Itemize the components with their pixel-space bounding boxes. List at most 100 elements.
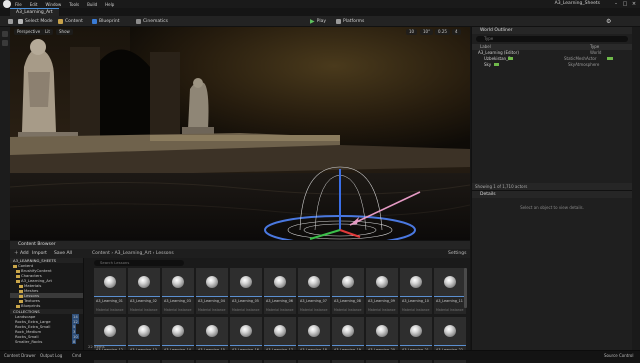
scale-snap-button[interactable]: 0.25 bbox=[435, 29, 450, 35]
asset-search-input[interactable]: Search Lessons bbox=[94, 260, 184, 266]
material-sphere-icon bbox=[206, 276, 218, 288]
add-button[interactable]: ＋ Add bbox=[14, 249, 29, 258]
asset-tile[interactable]: A3_Learning_01 Material Instance bbox=[94, 268, 126, 314]
save-button[interactable] bbox=[8, 18, 15, 25]
menu-edit[interactable]: Edit bbox=[30, 2, 38, 7]
asset-thumbnail bbox=[230, 317, 262, 345]
menu-file[interactable]: File bbox=[15, 2, 22, 7]
asset-type: Material Instance bbox=[130, 308, 158, 312]
breadcrumb-item[interactable]: Content bbox=[92, 251, 110, 256]
asset-name: A3_Learning_10 bbox=[402, 299, 429, 303]
breadcrumb-item[interactable]: Lessons bbox=[156, 251, 174, 256]
asset-tile[interactable]: A3_Learning_07 Material Instance bbox=[298, 268, 330, 314]
output-log-button[interactable]: Output Log bbox=[40, 353, 62, 358]
asset-thumbnail bbox=[196, 268, 228, 296]
material-sphere-icon bbox=[274, 276, 286, 288]
maximize-icon[interactable]: □ bbox=[621, 1, 629, 7]
asset-type-strip bbox=[128, 345, 160, 346]
menu-help[interactable]: Help bbox=[105, 2, 114, 7]
minimize-icon[interactable]: – bbox=[612, 1, 620, 7]
material-sphere-icon bbox=[342, 325, 354, 337]
material-sphere-icon bbox=[206, 325, 218, 337]
asset-name: A3_Learning_11 bbox=[436, 299, 463, 303]
content-drawer-button[interactable]: Content Drawer bbox=[4, 353, 36, 358]
content-browser-panel: Content Browser ＋ Add Import Save All Co… bbox=[10, 240, 470, 363]
material-sphere-icon bbox=[342, 276, 354, 288]
outliner-header: World Outliner bbox=[472, 27, 632, 34]
viewport-lit-button[interactable]: Lit bbox=[42, 29, 53, 35]
asset-thumbnail bbox=[230, 268, 262, 296]
asset-tile[interactable]: A3_Learning_11 Material Instance bbox=[434, 268, 466, 314]
outliner-row[interactable]: Sky SkyAtmosphere bbox=[472, 62, 632, 68]
asset-tile[interactable]: A3_Learning_10 Material Instance bbox=[400, 268, 432, 314]
content-settings-button[interactable]: Settings bbox=[448, 249, 466, 258]
grid-snap-button[interactable]: 10 bbox=[406, 29, 418, 35]
asset-type-strip bbox=[434, 296, 466, 297]
content-button[interactable]: Content bbox=[58, 18, 83, 25]
blueprint-button[interactable]: Blueprint bbox=[92, 18, 120, 25]
unreal-logo-icon bbox=[3, 0, 11, 8]
asset-tile[interactable]: A3_Learning_04 Material Instance bbox=[196, 268, 228, 314]
item-count: 22 items bbox=[88, 344, 105, 349]
asset-type: Material Instance bbox=[300, 308, 328, 312]
level-tab[interactable]: A3_Learning_Art bbox=[10, 8, 59, 16]
modes-icon[interactable] bbox=[2, 40, 8, 46]
material-sphere-icon bbox=[444, 325, 456, 337]
asset-type-strip bbox=[332, 345, 364, 346]
material-sphere-icon bbox=[172, 276, 184, 288]
level-viewport[interactable]: Perspective Lit Show 10 10° 0.25 4 bbox=[10, 27, 470, 240]
asset-name: A3_Learning_02 bbox=[130, 299, 157, 303]
content-tree: A3_LEARNING_SHEETS Content BrushifyConte… bbox=[10, 258, 84, 351]
platforms-button[interactable]: Platforms bbox=[336, 18, 364, 25]
blueprint-icon bbox=[92, 19, 97, 24]
outliner-search-input[interactable]: Type bbox=[476, 36, 628, 42]
asset-grid: Search Lessons A3_Learning_01 Material In… bbox=[86, 258, 470, 363]
camera-speed-button[interactable]: 4 bbox=[452, 29, 461, 35]
asset-tile[interactable]: A3_Learning_03 Material Instance bbox=[162, 268, 194, 314]
breadcrumb-item[interactable]: A3_Learning_Art bbox=[115, 251, 152, 256]
source-control-button[interactable]: Source Control bbox=[604, 353, 633, 358]
save-all-button[interactable]: Save All bbox=[54, 249, 72, 258]
viewport-show-button[interactable]: Show bbox=[56, 29, 73, 35]
asset-thumbnail bbox=[162, 317, 194, 345]
menu-build[interactable]: Build bbox=[87, 2, 97, 7]
asset-thumbnail bbox=[128, 268, 160, 296]
asset-thumbnail bbox=[366, 317, 398, 345]
asset-tile[interactable]: A3_Learning_05 Material Instance bbox=[230, 268, 262, 314]
asset-tile[interactable]: A3_Learning_06 Material Instance bbox=[264, 268, 296, 314]
asset-type: Material Instance bbox=[436, 308, 464, 312]
rotation-snap-button[interactable]: 10° bbox=[420, 29, 434, 35]
import-button[interactable]: Import bbox=[32, 249, 47, 258]
viewport-scene bbox=[10, 27, 470, 240]
menu-tools[interactable]: Tools bbox=[69, 2, 79, 7]
mesh-tag-icon bbox=[508, 57, 513, 60]
asset-type-strip bbox=[298, 296, 330, 297]
material-sphere-icon bbox=[376, 325, 388, 337]
asset-type: Material Instance bbox=[368, 308, 396, 312]
asset-name: A3_Learning_05 bbox=[232, 299, 259, 303]
asset-name: A3_Learning_03 bbox=[164, 299, 191, 303]
collection-item[interactable]: Smaller_Rocks 8 bbox=[10, 339, 83, 344]
cmd-input[interactable]: Cmd bbox=[72, 353, 81, 358]
place-actors-icon[interactable] bbox=[2, 31, 8, 37]
asset-grid-scrollbar[interactable] bbox=[464, 268, 467, 308]
settings-button[interactable]: ⚙ bbox=[606, 18, 611, 25]
asset-thumbnail bbox=[298, 317, 330, 345]
asset-type-strip bbox=[332, 296, 364, 297]
asset-tile[interactable]: A3_Learning_08 Material Instance bbox=[332, 268, 364, 314]
select-mode-button[interactable]: Select Mode bbox=[18, 18, 53, 25]
menu-window[interactable]: Window bbox=[45, 2, 61, 7]
viewport-perspective-button[interactable]: Perspective bbox=[14, 29, 44, 35]
cinematics-button[interactable]: Cinematics bbox=[136, 18, 168, 25]
play-button[interactable]: ▶ Play bbox=[310, 18, 326, 25]
content-browser-toolbar: ＋ Add Import Save All Content › A3_Learn… bbox=[10, 249, 470, 258]
asset-tile[interactable]: A3_Learning_09 Material Instance bbox=[366, 268, 398, 314]
close-icon[interactable]: × bbox=[630, 1, 638, 7]
material-sphere-icon bbox=[376, 276, 388, 288]
blueprint-label: Blueprint bbox=[99, 19, 120, 24]
asset-tile[interactable]: A3_Learning_02 Material Instance bbox=[128, 268, 160, 314]
tree-item[interactable]: Blueprints bbox=[10, 303, 83, 308]
asset-thumbnail bbox=[94, 268, 126, 296]
world-outliner-panel: World Outliner Type Label Type A3_Learni… bbox=[471, 27, 632, 190]
type-tag-icon bbox=[607, 57, 613, 60]
